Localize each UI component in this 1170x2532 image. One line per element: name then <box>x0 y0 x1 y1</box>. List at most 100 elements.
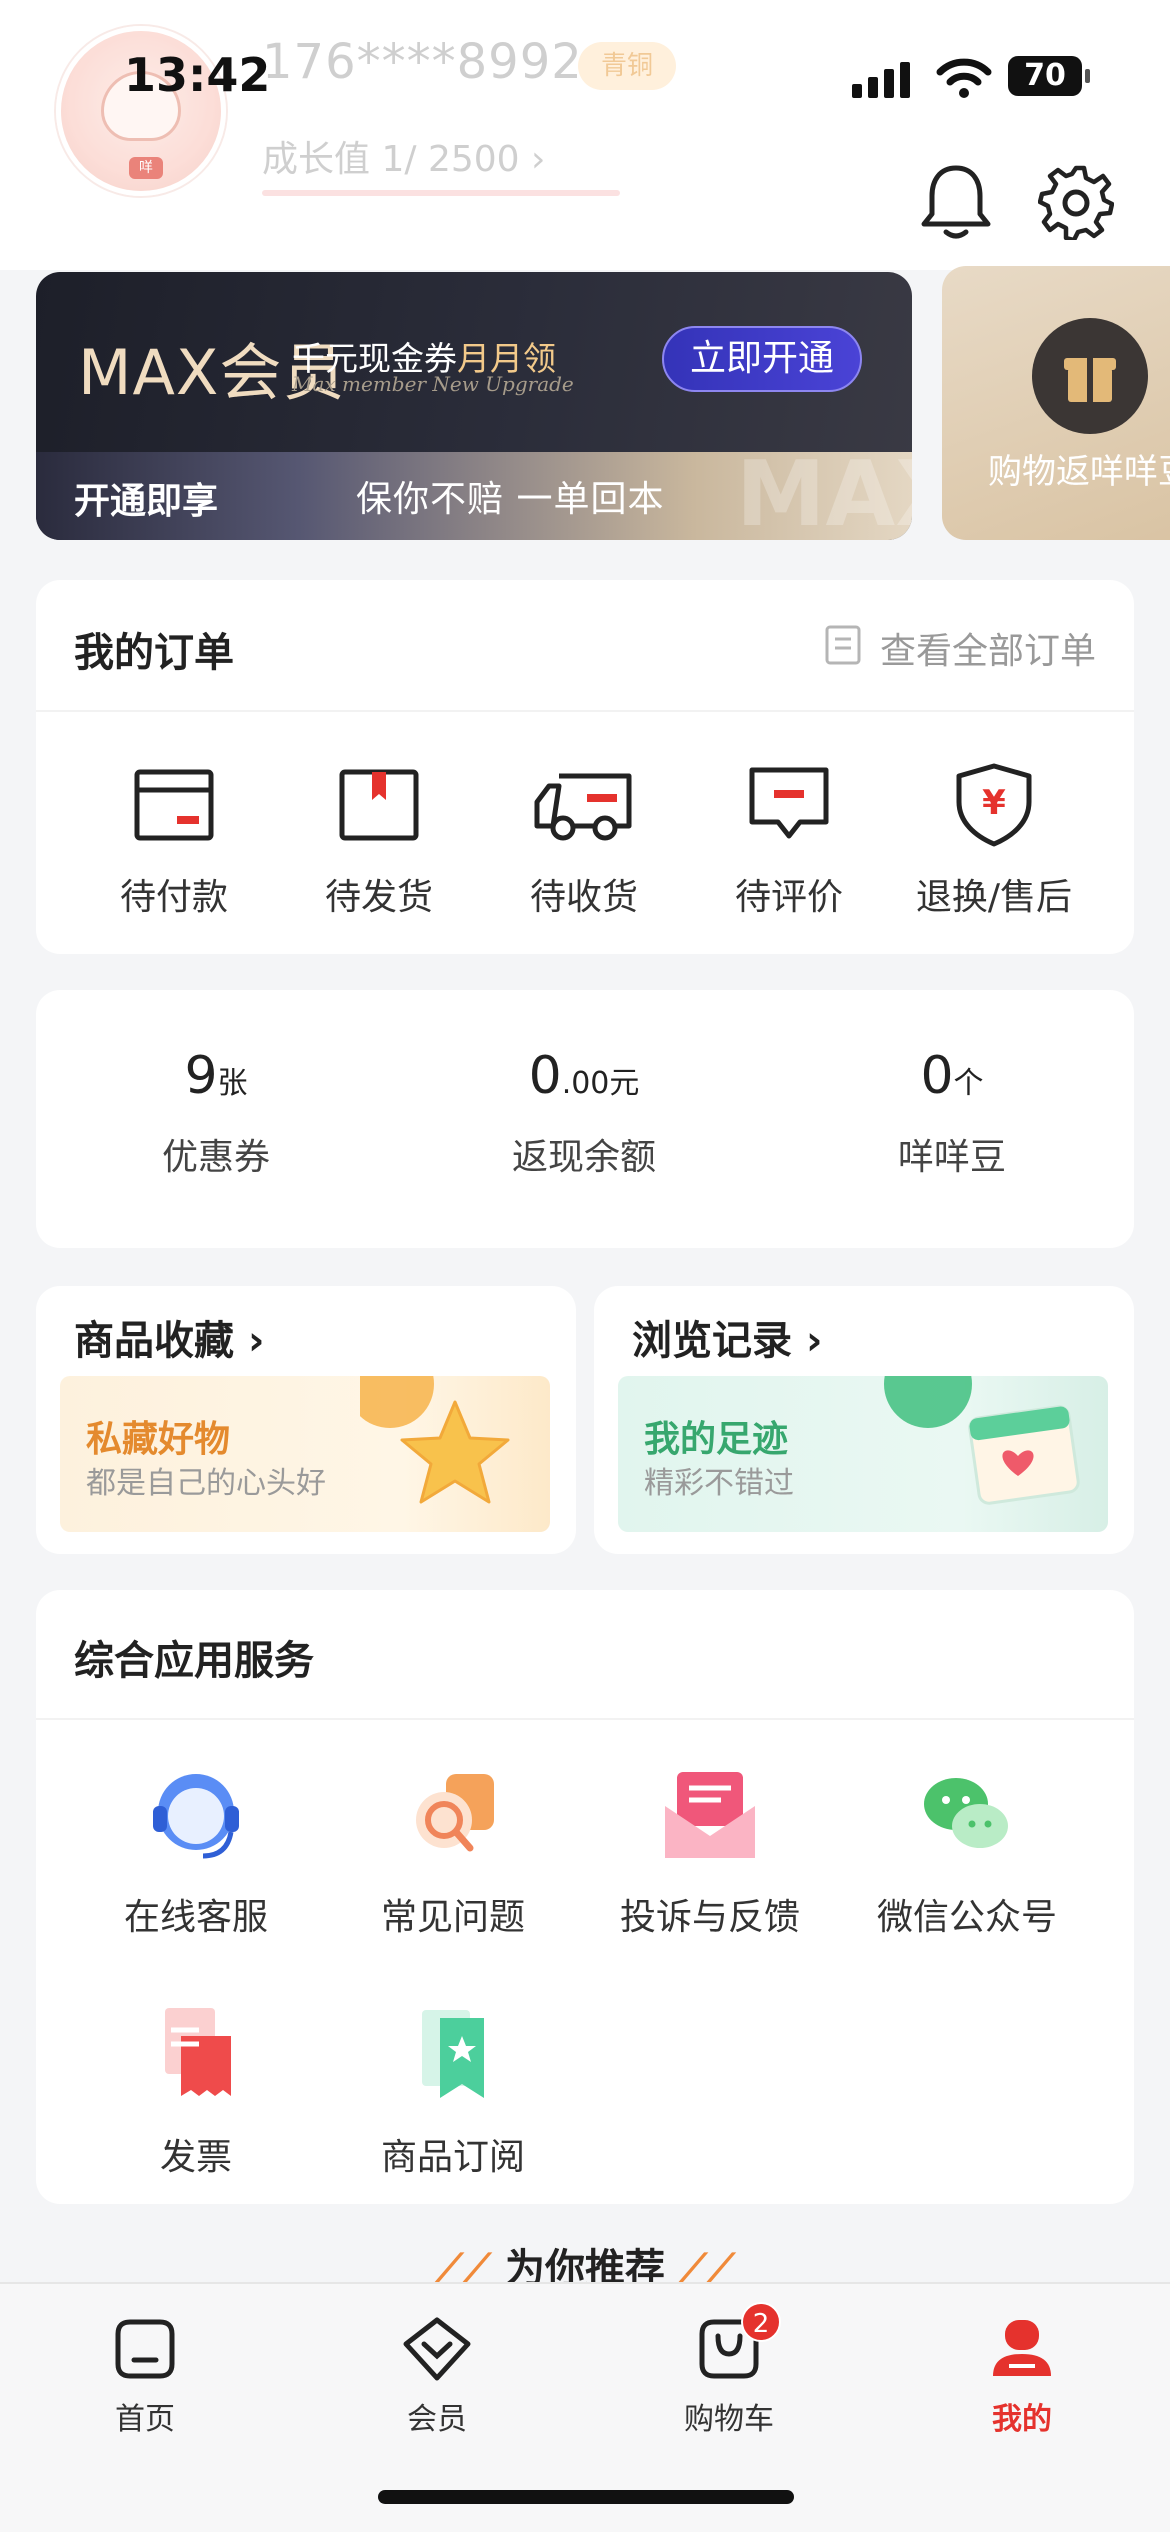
coupons-stat[interactable]: 9张 优惠券 <box>66 1046 366 1180</box>
service-complaint-feedback[interactable]: 投诉与反馈 <box>580 1760 840 1940</box>
wallet-card: 9张 优惠券 0.00元 返现余额 0个 咩咩豆 <box>36 990 1134 1248</box>
balance-unit: 元 <box>609 1066 640 1101</box>
tab-profile[interactable]: 我的 <box>922 2314 1122 2438</box>
max-membership-banner[interactable]: MAX MAX会员 千元现金券月月领 Max member New Upgrad… <box>36 272 912 540</box>
growth-progress-bar <box>262 190 620 196</box>
growth-current: 1 <box>381 139 405 180</box>
order-label: 待收货 <box>529 877 638 918</box>
mascot-tag-icon: 咩 <box>129 157 163 179</box>
my-orders-card: 我的订单 查看全部订单 待付款 待发货 待收货 待评价 ¥ 退换/售后 <box>36 580 1134 954</box>
tab-label: 首页 <box>115 2402 175 2437</box>
user-phone: 176****8992 <box>262 34 583 90</box>
service-label: 常见问题 <box>380 1897 525 1938</box>
history-card[interactable]: 浏览记录 › 我的足迹 精彩不错过 <box>594 1286 1134 1554</box>
enjoy-label: 开通即享 <box>74 481 219 522</box>
wechat-icon <box>924 1778 1008 1848</box>
favorites-title-text: 商品收藏 <box>74 1318 234 1364</box>
beans-label: 咩咩豆 <box>897 1137 1006 1178</box>
wifi-icon <box>936 58 992 98</box>
yuan-shield-icon: ¥ <box>956 763 1032 847</box>
question-icon <box>416 1774 494 1852</box>
order-after-sales[interactable]: ¥ 退换/售后 <box>894 760 1094 920</box>
order-pending-payment[interactable]: 待付款 <box>74 760 274 920</box>
beans-stat[interactable]: 0个 咩咩豆 <box>802 1046 1102 1180</box>
view-all-orders-link[interactable]: 查看全部订单 <box>880 622 1096 674</box>
mail-feedback-icon <box>665 1772 755 1858</box>
tab-label: 会员 <box>407 2402 467 2437</box>
orders-title: 我的订单 <box>74 630 234 676</box>
promo-subtitle: Max member New Upgrade <box>292 372 574 396</box>
balance-integer: 0 <box>528 1046 562 1106</box>
order-pending-review[interactable]: 待评价 <box>689 760 889 920</box>
service-product-subscription[interactable]: 商品订阅 <box>323 2000 583 2180</box>
gear-icon[interactable] <box>1038 164 1114 240</box>
service-label: 投诉与反馈 <box>619 1897 800 1938</box>
history-title: 浏览记录 › <box>632 1308 822 1366</box>
order-pending-receipt[interactable]: 待收货 <box>484 760 684 920</box>
order-label: 待发货 <box>324 877 433 918</box>
service-invoice[interactable]: 发票 <box>66 2000 326 2180</box>
services-divider <box>36 1718 1134 1720</box>
order-pending-shipment[interactable]: 待发货 <box>279 760 479 920</box>
service-wechat-account[interactable]: 微信公众号 <box>837 1760 1097 1940</box>
member-level-badge: 青铜 <box>578 42 676 90</box>
service-label: 微信公众号 <box>876 1897 1057 1938</box>
cellular-signal-icon <box>852 62 910 98</box>
balance-decimal: .00 <box>561 1066 610 1101</box>
order-list-icon <box>825 625 861 665</box>
battery-indicator: 70 <box>1008 56 1090 96</box>
order-label: 待付款 <box>119 877 228 918</box>
coupon-count: 9 <box>184 1046 218 1106</box>
subscribe-bookmark-icon <box>422 2010 484 2098</box>
favorites-card[interactable]: 商品收藏 › 私藏好物 都是自己的心头好 <box>36 1286 576 1554</box>
coupon-unit: 张 <box>217 1066 248 1101</box>
service-faq[interactable]: 常见问题 <box>323 1760 583 1940</box>
favorites-banner[interactable]: 私藏好物 都是自己的心头好 <box>60 1376 550 1532</box>
beans-count: 0 <box>920 1046 954 1106</box>
cashback-label: 购物返咩咩豆 <box>988 452 1170 492</box>
services-title: 综合应用服务 <box>74 1638 314 1684</box>
package-box-icon <box>339 769 419 841</box>
tab-label: 我的 <box>992 2402 1052 2437</box>
order-label: 退换/售后 <box>915 877 1073 918</box>
favorites-subline: 都是自己的心头好 <box>86 1466 326 1501</box>
cart-count-badge: 2 <box>741 2302 781 2342</box>
growth-total: / 2500 <box>404 139 520 180</box>
growth-value-link[interactable]: 成长值 1/ 2500 › <box>262 130 545 182</box>
chevron-right-icon: › <box>805 1318 823 1364</box>
cashback-balance-stat[interactable]: 0.00元 返现余额 <box>434 1046 734 1180</box>
calendar-heart-icon <box>884 1376 1080 1505</box>
comment-bubble-icon <box>749 767 829 839</box>
tab-member[interactable]: 会员 <box>337 2314 537 2438</box>
tab-cart[interactable]: 2 购物车 <box>629 2302 829 2438</box>
history-banner[interactable]: 我的足迹 精彩不错过 <box>618 1376 1108 1532</box>
favorites-title: 商品收藏 › <box>74 1308 264 1366</box>
history-subline: 精彩不错过 <box>644 1466 794 1501</box>
member-icon <box>403 2317 471 2381</box>
tab-home[interactable]: 首页 <box>45 2314 245 2438</box>
max-watermark: MAX <box>736 442 912 540</box>
coupon-label: 优惠券 <box>161 1137 270 1178</box>
services-card: 综合应用服务 在线客服 常见问题 投诉与反馈 微信公众号 发票 商品订阅 <box>36 1590 1134 2204</box>
gift-icon <box>1032 318 1148 434</box>
history-title-text: 浏览记录 <box>632 1318 792 1364</box>
cashback-card[interactable]: 购物返咩咩豆 <box>942 266 1170 540</box>
growth-label: 成长值 <box>262 139 371 180</box>
beans-unit: 个 <box>953 1066 984 1101</box>
history-headline: 我的足迹 <box>644 1419 789 1460</box>
open-membership-button[interactable]: 立即开通 <box>662 326 862 392</box>
status-time: 13:42 <box>124 48 271 102</box>
svg-text:¥: ¥ <box>982 783 1006 823</box>
service-online-support[interactable]: 在线客服 <box>66 1760 326 1940</box>
home-indicator <box>378 2490 794 2504</box>
service-label: 在线客服 <box>123 1897 268 1938</box>
guarantee-text: 保你不赔 一单回本 <box>356 479 665 520</box>
profile-header: 咩 176****8992 青铜 成长值 1/ 2500 › 13:42 70 <box>0 0 1170 270</box>
headset-icon <box>153 1774 239 1859</box>
orders-divider <box>36 710 1134 712</box>
order-label: 待评价 <box>734 877 843 918</box>
chevron-right-icon: › <box>531 139 546 180</box>
favorites-headline: 私藏好物 <box>86 1419 231 1460</box>
wallet-card-icon <box>134 769 214 841</box>
bell-icon[interactable] <box>918 162 994 242</box>
